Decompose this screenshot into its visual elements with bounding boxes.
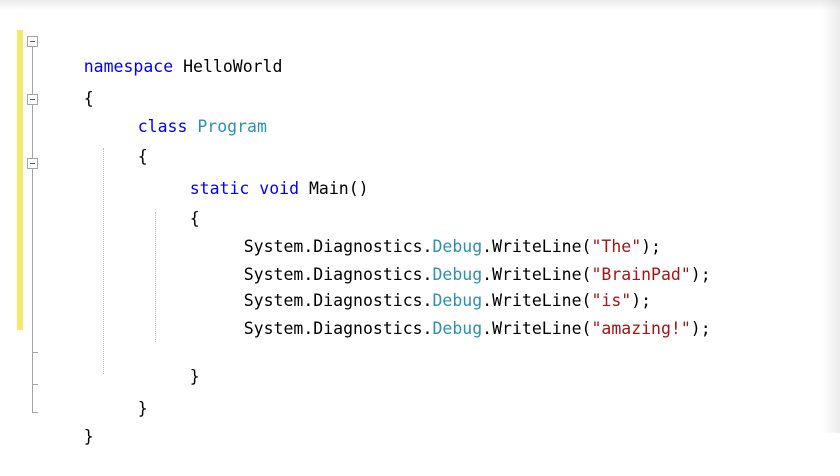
method-signature: Main() — [308, 179, 369, 198]
close-brace: } — [137, 399, 148, 418]
fold-end-method — [32, 352, 38, 353]
code-line-2[interactable]: { — [44, 60, 94, 108]
code-editor[interactable]: namespace HelloWorld { class Program { s… — [0, 0, 840, 446]
method-call: .WriteLine( — [482, 319, 592, 338]
code-line-4[interactable]: { — [98, 118, 148, 166]
collapse-namespace-icon[interactable] — [27, 36, 38, 47]
top-shadow — [0, 0, 840, 10]
type-name: Debug — [432, 319, 483, 338]
code-line-3[interactable]: class Program — [98, 88, 267, 136]
code-line-7[interactable]: System.Diagnostics.Debug.WriteLine("The"… — [204, 208, 661, 256]
close-brace: } — [83, 427, 94, 446]
namespace-name: HelloWorld — [173, 57, 283, 76]
close-brace: } — [189, 367, 200, 386]
collapse-method-icon[interactable] — [27, 158, 38, 169]
open-brace: { — [83, 89, 94, 108]
code-line-13[interactable]: } — [44, 398, 94, 446]
code-line-12[interactable]: } — [98, 370, 148, 418]
code-line-6[interactable]: { — [150, 180, 200, 228]
namespace-prefix: System.Diagnostics. — [243, 319, 433, 338]
code-line-9[interactable]: System.Diagnostics.Debug.WriteLine("is")… — [204, 262, 651, 310]
keyword: void — [259, 179, 300, 198]
fold-end-class — [32, 384, 38, 385]
open-brace: { — [189, 209, 200, 228]
open-brace: { — [137, 147, 148, 166]
code-line-10[interactable]: System.Diagnostics.Debug.WriteLine("amaz… — [204, 290, 711, 338]
keyword: namespace — [83, 57, 174, 76]
string-literal: "amazing!" — [591, 319, 691, 338]
change-tracking-margin — [17, 30, 23, 330]
class-name: Program — [197, 117, 267, 136]
edge-shadow — [822, 0, 840, 433]
statement-end: ); — [690, 319, 711, 338]
collapse-class-icon[interactable] — [27, 94, 38, 105]
fold-end-namespace — [32, 412, 38, 413]
code-line-5[interactable]: static void Main() — [150, 150, 369, 198]
code-line-11[interactable]: } — [150, 338, 200, 386]
code-line-8[interactable]: System.Diagnostics.Debug.WriteLine("Brai… — [204, 236, 711, 284]
statement-end: ); — [690, 265, 711, 284]
code-line-1[interactable]: namespace HelloWorld — [44, 28, 283, 76]
